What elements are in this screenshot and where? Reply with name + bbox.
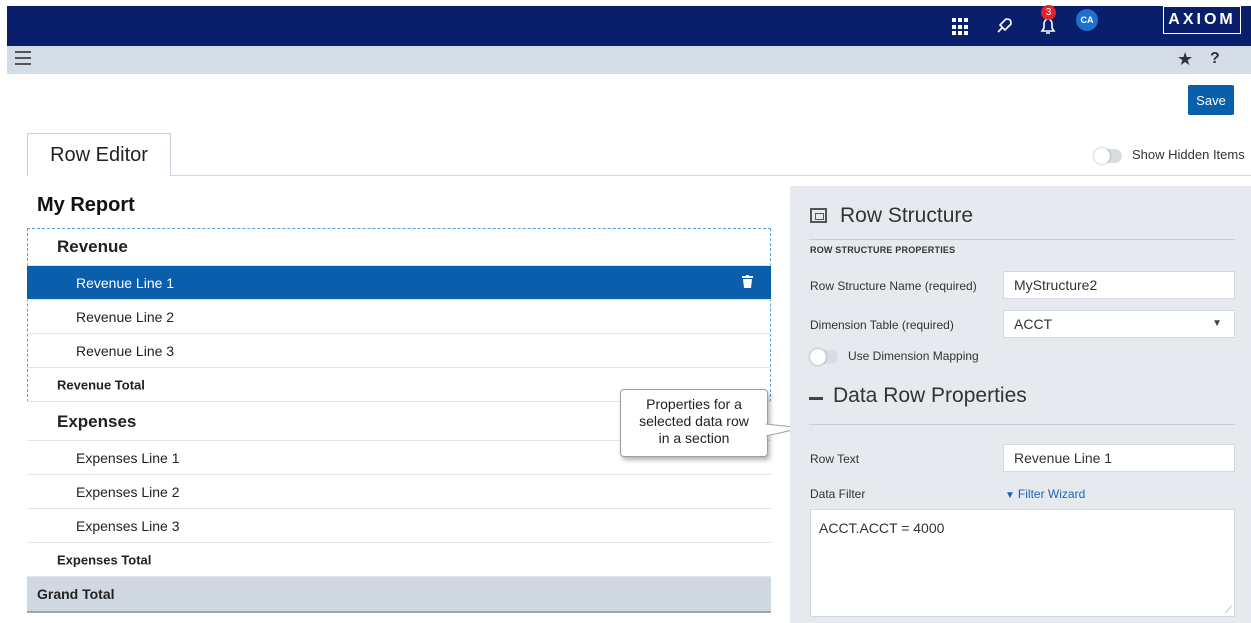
section-header-revenue[interactable]: Revenue [27, 229, 771, 266]
callout-line: Properties for a [646, 396, 742, 412]
row-structure-name-input[interactable]: MyStructure2 [1003, 271, 1235, 299]
row-text-input[interactable]: Revenue Line 1 [1003, 444, 1235, 472]
data-filter-value: ACCT.ACCT = 4000 [819, 520, 945, 536]
annotation-callout: Properties for a selected data row in a … [620, 389, 768, 457]
help-icon[interactable]: ? [1210, 50, 1220, 68]
data-row-properties-title: Data Row Properties [833, 384, 1027, 407]
row-label: Revenue Line 1 [76, 274, 175, 291]
divider [809, 239, 1235, 240]
panel-title: Row Structure [840, 204, 974, 227]
row-label: Expenses [57, 412, 137, 431]
grand-total-row[interactable]: Grand Total [27, 577, 771, 613]
filter-wizard-label: Filter Wizard [1017, 487, 1086, 501]
save-button[interactable]: Save [1188, 85, 1234, 115]
callout-line: in a section [658, 430, 730, 446]
notification-badge: 3 [1041, 5, 1056, 20]
row-label: Revenue Line 3 [76, 342, 175, 359]
data-row-revenue-line-2[interactable]: Revenue Line 2 [27, 300, 771, 334]
data-row-expenses-line-3[interactable]: Expenses Line 3 [27, 509, 771, 543]
total-row-expenses[interactable]: Expenses Total [27, 543, 771, 577]
use-dimension-mapping-toggle[interactable] [810, 349, 838, 365]
row-label: Revenue [57, 237, 128, 256]
row-label: Expenses Line 1 [76, 449, 180, 466]
report-title: My Report [37, 194, 135, 216]
row-text-label: Row Text [810, 452, 860, 466]
data-filter-label: Data Filter [810, 487, 866, 501]
panel-subtitle: ROW STRUCTURE PROPERTIES [810, 245, 956, 255]
resize-handle-icon[interactable]: ⟋ [1225, 605, 1232, 616]
axiom-logo: AXIOM [1163, 6, 1241, 34]
properties-panel: Row Structure ROW STRUCTURE PROPERTIES R… [790, 186, 1251, 623]
data-row-expenses-line-2[interactable]: Expenses Line 2 [27, 475, 771, 509]
data-row-revenue-line-3[interactable]: Revenue Line 3 [27, 334, 771, 368]
chevron-down-icon: ▼ [1212, 318, 1222, 329]
divider [809, 424, 1235, 425]
row-structure-name-label: Row Structure Name (required) [810, 279, 977, 293]
row-structure-icon [810, 208, 827, 223]
data-filter-textarea[interactable]: ACCT.ACCT = 4000 ⟋ [810, 509, 1235, 617]
filter-icon: ▼ [1005, 490, 1015, 501]
row-label: Revenue Line 2 [76, 308, 175, 325]
top-navigation-bar [7, 6, 1251, 46]
rocket-icon[interactable] [994, 16, 1014, 40]
tab-divider [171, 175, 1251, 176]
collapse-minus-icon[interactable] [809, 397, 823, 400]
data-row-revenue-line-1[interactable]: Revenue Line 1 [27, 266, 771, 300]
dimension-table-label: Dimension Table (required) [810, 318, 954, 332]
trash-icon[interactable] [742, 274, 753, 291]
row-label: Expenses Line 3 [76, 517, 180, 534]
apps-grid-icon[interactable] [952, 18, 970, 36]
row-label: Revenue Total [57, 377, 145, 392]
user-avatar[interactable]: CA [1076, 9, 1098, 31]
tab-row-editor[interactable]: Row Editor [27, 133, 171, 176]
menu-icon[interactable] [15, 51, 31, 67]
filter-wizard-link[interactable]: ▼ Filter Wizard [1005, 487, 1085, 501]
secondary-toolbar: ★ ? [7, 46, 1251, 74]
show-hidden-items-toggle[interactable] [1094, 148, 1122, 164]
row-label: Grand Total [37, 586, 115, 602]
use-dimension-mapping-label: Use Dimension Mapping [848, 349, 979, 363]
row-label: Expenses Line 2 [76, 483, 180, 500]
show-hidden-items-label: Show Hidden Items [1132, 147, 1245, 162]
star-icon[interactable]: ★ [1177, 49, 1193, 70]
row-label: Expenses Total [57, 552, 152, 567]
callout-line: selected data row [639, 413, 749, 429]
dimension-table-select[interactable]: ACCT ▼ [1003, 310, 1235, 338]
dimension-table-value: ACCT [1014, 316, 1053, 332]
